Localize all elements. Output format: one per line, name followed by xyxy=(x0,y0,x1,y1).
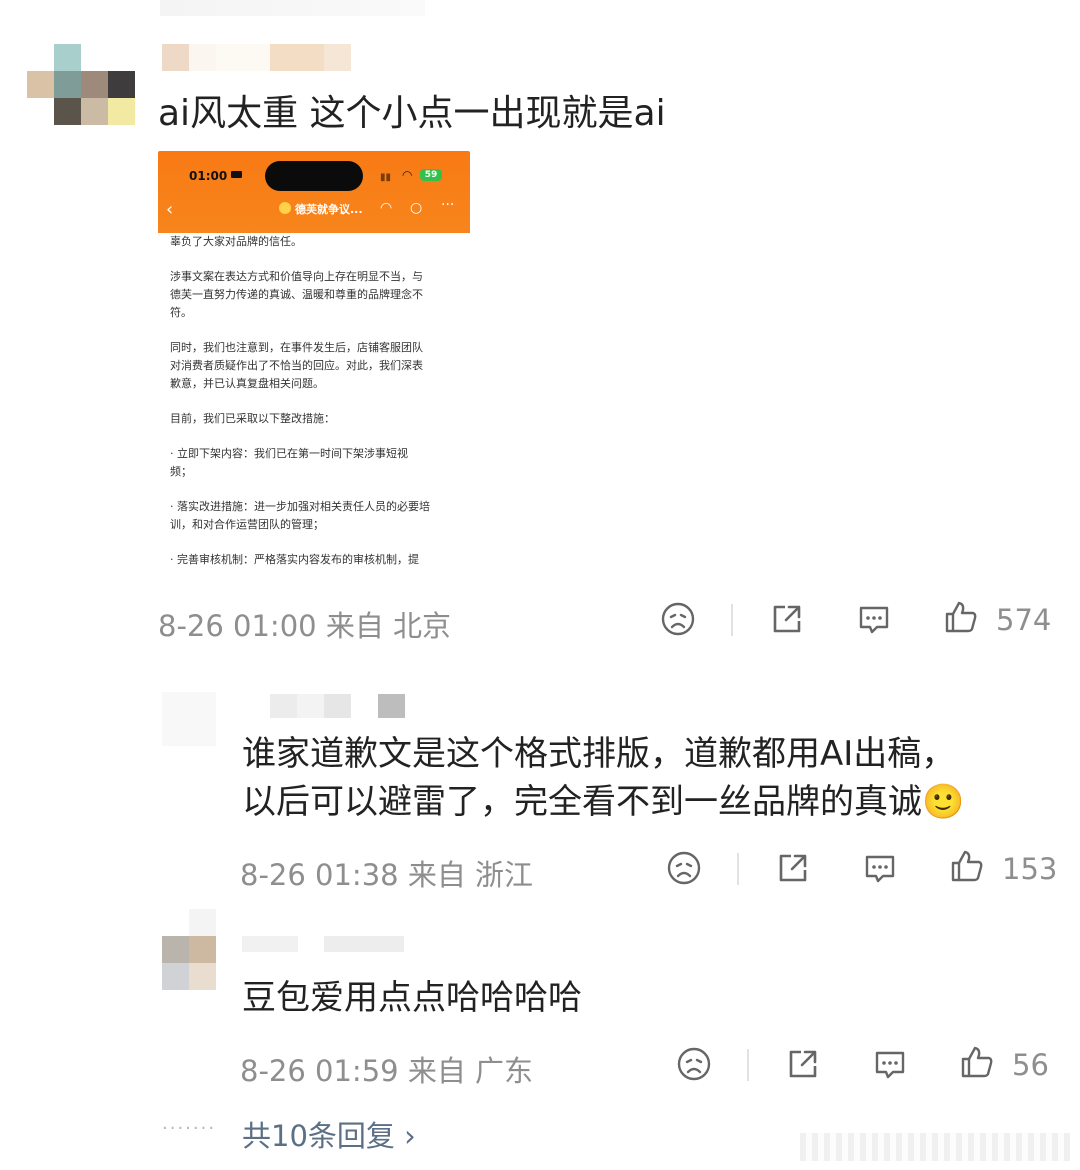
share-icon[interactable] xyxy=(774,849,812,887)
thread-dots: ······· xyxy=(162,1118,217,1139)
sad-face-icon[interactable] xyxy=(665,849,703,887)
like-icon[interactable] xyxy=(942,598,980,636)
divider xyxy=(731,604,733,636)
image-text-line: · 完善审核机制：严格落实内容发布的审核机制，提 xyxy=(170,553,419,566)
comment-line: 以后可以避雷了，完全看不到一丝品牌的真诚🙂 xyxy=(242,782,965,822)
view-replies-link[interactable]: 共10条回复 › xyxy=(242,1113,416,1155)
image-text-line: · 落实改进措施：进一步加强对相关责任人员的必要培 xyxy=(170,500,430,513)
search-icon: ○ xyxy=(410,200,423,216)
image-header: 01:00 ▮▮ ◠ 59 ‹ 德芙就争议... ◠ ○ ··· xyxy=(158,151,470,233)
image-text-gap xyxy=(170,322,460,339)
sleep-icon xyxy=(231,171,242,178)
more-icon: ··· xyxy=(441,197,455,213)
image-text-gap xyxy=(170,251,460,268)
like-count: 153 xyxy=(1002,852,1058,886)
image-text-gap xyxy=(170,481,460,498)
image-title: 德芙就争议... xyxy=(295,203,363,216)
signal-icon: ▮▮ xyxy=(380,172,392,183)
share-icon[interactable] xyxy=(768,600,806,638)
comment-icon[interactable] xyxy=(861,849,899,887)
image-text-line: 同时，我们也注意到，在事件发生后，店铺客服团队 xyxy=(170,341,423,354)
share-icon[interactable] xyxy=(784,1045,822,1083)
image-text-line: 频； xyxy=(170,465,192,478)
attached-image[interactable]: 01:00 ▮▮ ◠ 59 ‹ 德芙就争议... ◠ ○ ··· 辜负了大家对品… xyxy=(158,151,470,573)
status-time: 01:00 xyxy=(189,169,228,183)
image-text-line: 歉意，并已认真复盘相关问题。 xyxy=(170,377,324,390)
sad-face-icon[interactable] xyxy=(659,600,697,638)
headphone-icon: ◠ xyxy=(380,200,393,216)
like-icon[interactable] xyxy=(948,847,986,885)
image-text-gap xyxy=(170,393,460,410)
back-icon: ‹ xyxy=(166,199,174,220)
comment-text: ai风太重 这个小点一出现就是ai xyxy=(158,93,666,134)
comment-icon[interactable] xyxy=(871,1045,909,1083)
comment-meta: 8-26 01:00 来自 北京 xyxy=(158,609,452,643)
image-text-line: · 立即下架内容：我们已在第一时间下架涉事短视 xyxy=(170,447,408,460)
comment-meta: 8-26 01:38 来自 浙江 xyxy=(240,858,534,892)
comment-meta: 8-26 01:59 来自 广东 xyxy=(240,1054,534,1088)
comment-text: 豆包爱用点点哈哈哈哈 xyxy=(242,978,582,1018)
battery-icon: 59 xyxy=(420,169,442,181)
divider xyxy=(737,853,739,885)
image-text-line: 目前，我们已采取以下整改措施： xyxy=(170,412,335,425)
image-text-line: 训，和对合作运营团队的管理； xyxy=(170,518,324,531)
image-text-line: 德芙一直努力传递的真诚、温暖和尊重的品牌理念不 xyxy=(170,288,423,301)
image-body-text: 辜负了大家对品牌的信任。涉事文案在表达方式和价值导向上存在明显不当，与 德芙一直努… xyxy=(170,233,460,569)
like-icon[interactable] xyxy=(958,1043,996,1081)
comment-icon[interactable] xyxy=(855,600,893,638)
comment-line: 谁家道歉文是这个格式排版，道歉都用AI出稿， xyxy=(242,734,956,774)
topic-icon xyxy=(279,202,291,214)
top-fade xyxy=(160,0,425,16)
dynamic-island xyxy=(265,161,363,191)
image-text-gap xyxy=(170,534,460,551)
comment-text: 谁家道歉文是这个格式排版，道歉都用AI出稿， 以后可以避雷了，完全看不到一丝品牌… xyxy=(242,730,964,826)
image-text-line: 涉事文案在表达方式和价值导向上存在明显不当，与 xyxy=(170,270,423,283)
wifi-icon: ◠ xyxy=(402,168,413,182)
watermark-strip xyxy=(800,1133,1070,1161)
image-text-line: 对消费者质疑作出了不恰当的回应。对此，我们深表 xyxy=(170,359,423,372)
image-text-gap xyxy=(170,428,460,445)
avatar[interactable] xyxy=(162,692,216,746)
like-count: 574 xyxy=(996,603,1052,637)
sad-face-icon[interactable] xyxy=(675,1045,713,1083)
image-text-line: 辜负了大家对品牌的信任。 xyxy=(170,235,302,248)
like-count: 56 xyxy=(1012,1048,1049,1082)
divider xyxy=(747,1049,749,1081)
image-text-line: 符。 xyxy=(170,306,192,319)
